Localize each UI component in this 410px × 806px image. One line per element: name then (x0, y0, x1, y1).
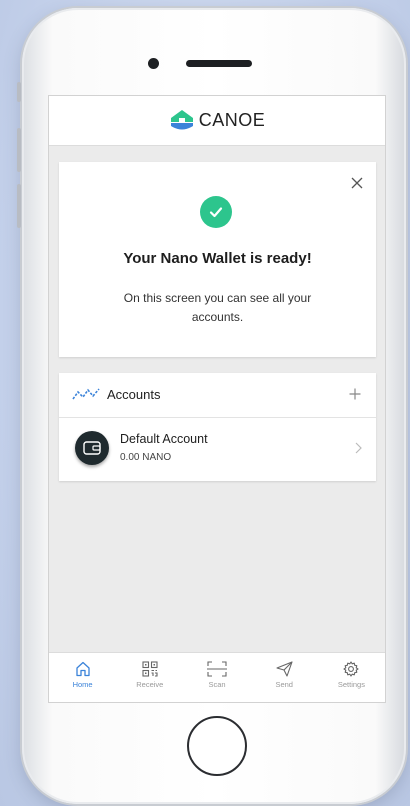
phone-side-button (17, 82, 21, 102)
tab-send[interactable]: Send (251, 653, 318, 702)
tab-scan[interactable]: Scan (183, 653, 250, 702)
wallet-icon (75, 431, 109, 465)
welcome-message: On this screen you can see all your acco… (123, 291, 312, 324)
tab-label: Settings (337, 680, 365, 689)
phone-side-button (17, 128, 21, 172)
phone-side-button (17, 184, 21, 228)
tab-label: Home (72, 680, 93, 689)
plus-icon (349, 388, 361, 400)
account-balance: 0.00 NANO (120, 452, 172, 463)
tab-settings[interactable]: Settings (318, 653, 385, 702)
send-icon (276, 661, 293, 677)
qr-code-icon (142, 661, 158, 677)
gear-icon (343, 661, 359, 677)
bottom-tab-bar: Home Receive Scan Send Settings (49, 652, 385, 702)
app-header: CANOE (49, 96, 385, 146)
welcome-card: Your Nano Wallet is ready! On this scree… (59, 162, 376, 357)
phone-home-button[interactable] (187, 716, 247, 776)
close-icon (351, 177, 363, 189)
close-button[interactable] (348, 174, 366, 192)
home-icon (75, 661, 90, 677)
check-circle-icon (200, 196, 232, 228)
account-name: Default Account (120, 432, 208, 446)
chevron-right-icon (355, 442, 362, 454)
accounts-header: Accounts (59, 373, 376, 418)
accounts-title: Accounts (107, 387, 161, 402)
nano-wave-icon (72, 388, 100, 400)
app-screen: CANOE Your Nano Wallet is ready! On this… (48, 95, 386, 703)
logo-text: CANOE (198, 110, 266, 130)
earpiece-speaker (186, 60, 252, 67)
accounts-card: Accounts Default Account 0.00 NANO (59, 373, 376, 481)
tab-label: Receive (136, 680, 164, 689)
tab-home[interactable]: Home (49, 653, 116, 702)
tab-label: Send (275, 680, 293, 689)
tab-label: Scan (208, 680, 226, 689)
welcome-title: Your Nano Wallet is ready! (123, 250, 312, 267)
scan-icon (207, 661, 227, 677)
add-account-button[interactable] (346, 385, 364, 403)
account-list-item[interactable]: Default Account 0.00 NANO (59, 418, 376, 481)
tab-receive[interactable]: Receive (116, 653, 183, 702)
canoe-logo: CANOE (169, 109, 266, 133)
canoe-logo-icon (170, 109, 193, 129)
front-camera (148, 58, 159, 69)
